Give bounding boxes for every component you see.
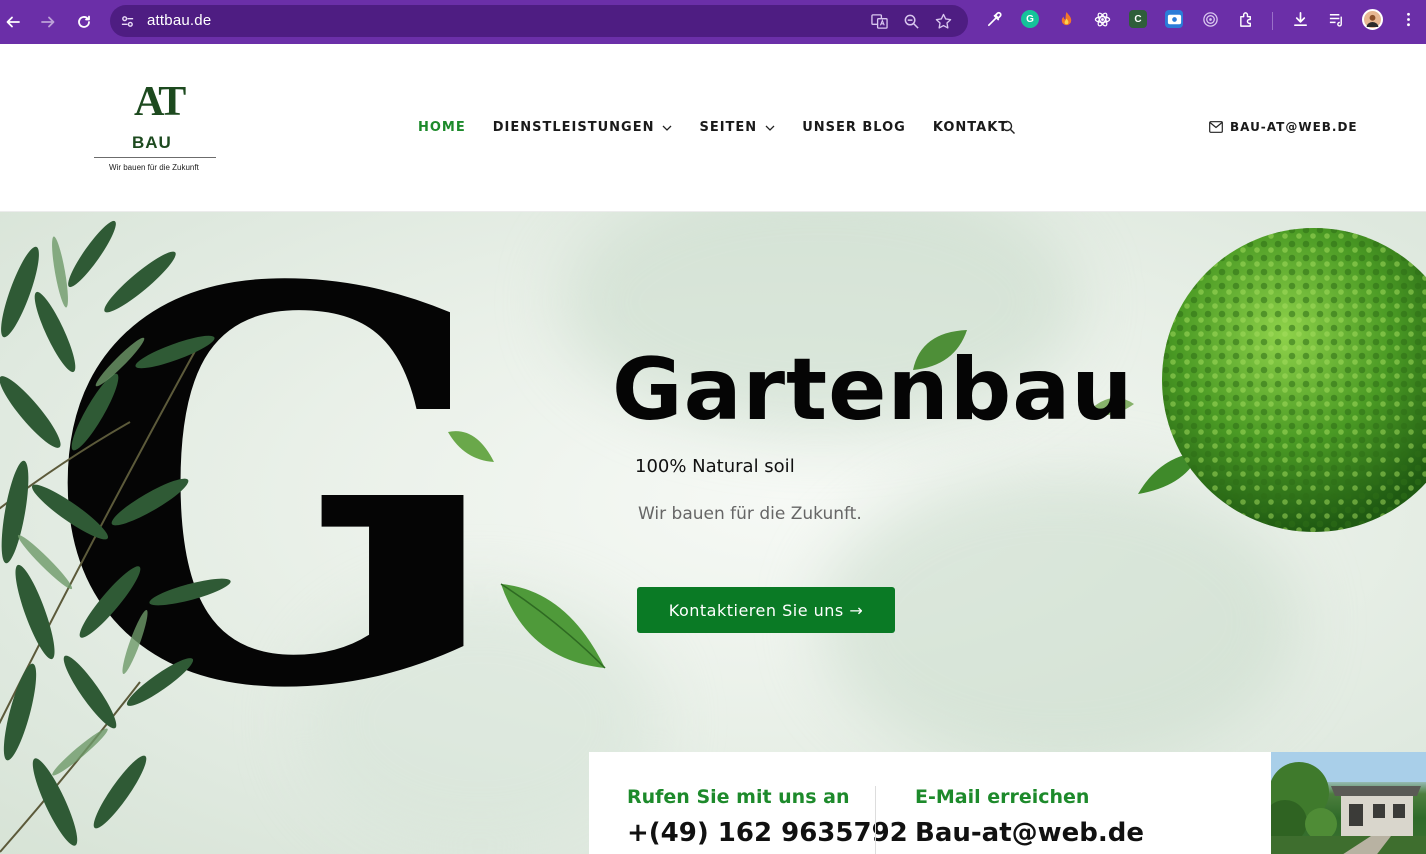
nav-item-home[interactable]: HOME: [418, 120, 466, 135]
nav-item-dienstleistungen[interactable]: DIENSTLEISTUNGEN: [493, 120, 673, 135]
media-queue-icon[interactable]: [1327, 10, 1345, 28]
nav-item-seiten[interactable]: SEITEN: [699, 120, 775, 135]
eyedropper-extension-icon[interactable]: [985, 10, 1003, 28]
olive-branch-image: [0, 220, 231, 853]
header-email-text: BAU-AT@WEB.DE: [1230, 120, 1358, 134]
logo-tagline: Wir bauen für die Zukunft: [109, 163, 199, 172]
react-devtools-extension-icon[interactable]: [1093, 10, 1111, 28]
phone-number[interactable]: +(49) 162 9635792: [627, 818, 908, 848]
more-menu-icon[interactable]: [1399, 10, 1417, 28]
translate-icon[interactable]: [871, 13, 888, 30]
logo-mark: AT: [134, 79, 186, 125]
logo-word: BAU: [132, 133, 172, 152]
search-icon[interactable]: [1001, 120, 1016, 135]
chevron-down-icon: [663, 125, 672, 131]
contact-info-card: Rufen Sie mit uns an +(49) 162 9635792 E…: [589, 752, 1271, 854]
zoom-icon[interactable]: [903, 13, 920, 30]
download-icon[interactable]: [1291, 10, 1309, 28]
browser-toolbar: attbau.de G C: [0, 0, 1426, 44]
floating-leaf-image: [500, 583, 606, 669]
hero-subtitle: 100% Natural soil: [635, 456, 795, 477]
site-header: AT BAU Wir bauen für die Zukunft HOME DI…: [0, 44, 1426, 212]
toolbar-divider: [1272, 12, 1273, 30]
screen-recorder-extension-icon[interactable]: [1165, 10, 1183, 28]
back-icon[interactable]: [0, 9, 26, 35]
contact-cta-button[interactable]: Kontaktieren Sie uns →: [637, 587, 895, 633]
nav-item-unser-blog[interactable]: UNSER BLOG: [802, 120, 906, 135]
site-settings-icon[interactable]: [118, 12, 136, 30]
address-bar[interactable]: attbau.de: [110, 5, 968, 37]
target-extension-icon[interactable]: [1201, 10, 1219, 28]
hero-description: Wir bauen für die Zukunft.: [638, 504, 862, 524]
reload-icon[interactable]: [71, 9, 97, 35]
header-email-link[interactable]: BAU-AT@WEB.DE: [1209, 120, 1358, 134]
email-block: E-Mail erreichen Bau-at@web.de: [915, 786, 1144, 848]
email-heading: E-Mail erreichen: [915, 786, 1090, 808]
forward-icon[interactable]: [35, 9, 61, 35]
envelope-icon: [1209, 121, 1223, 133]
email-address[interactable]: Bau-at@web.de: [915, 818, 1144, 848]
garden-house-photo: [1271, 752, 1426, 854]
phone-block: Rufen Sie mit uns an +(49) 162 9635792: [627, 786, 908, 848]
boxwood-bush-image: [1162, 228, 1426, 532]
site-logo[interactable]: AT BAU Wir bauen für die Zukunft: [94, 80, 216, 176]
floating-leaf-image: [448, 431, 494, 462]
bookmark-star-icon[interactable]: [935, 13, 952, 30]
grammarly-extension-icon[interactable]: G: [1021, 10, 1039, 28]
chevron-down-icon: [765, 125, 775, 131]
nav-item-kontakt[interactable]: KONTAKT: [933, 120, 1008, 135]
logo-rule: [94, 157, 216, 158]
hero-title: Gartenbau: [612, 340, 1134, 440]
url-text[interactable]: attbau.de: [147, 12, 211, 29]
hero-section: G Gartenbau 100% Natural soil Wir bauen …: [0, 212, 1426, 854]
c-extension-icon[interactable]: C: [1129, 10, 1147, 28]
fire-extension-icon[interactable]: [1057, 10, 1075, 28]
phone-heading: Rufen Sie mit uns an: [627, 786, 850, 808]
contact-divider: [875, 786, 876, 854]
extensions-puzzle-icon[interactable]: [1237, 10, 1255, 28]
profile-avatar[interactable]: [1362, 9, 1383, 30]
main-navigation: HOME DIENSTLEISTUNGEN SEITEN UNSER BLOG …: [418, 120, 1035, 135]
